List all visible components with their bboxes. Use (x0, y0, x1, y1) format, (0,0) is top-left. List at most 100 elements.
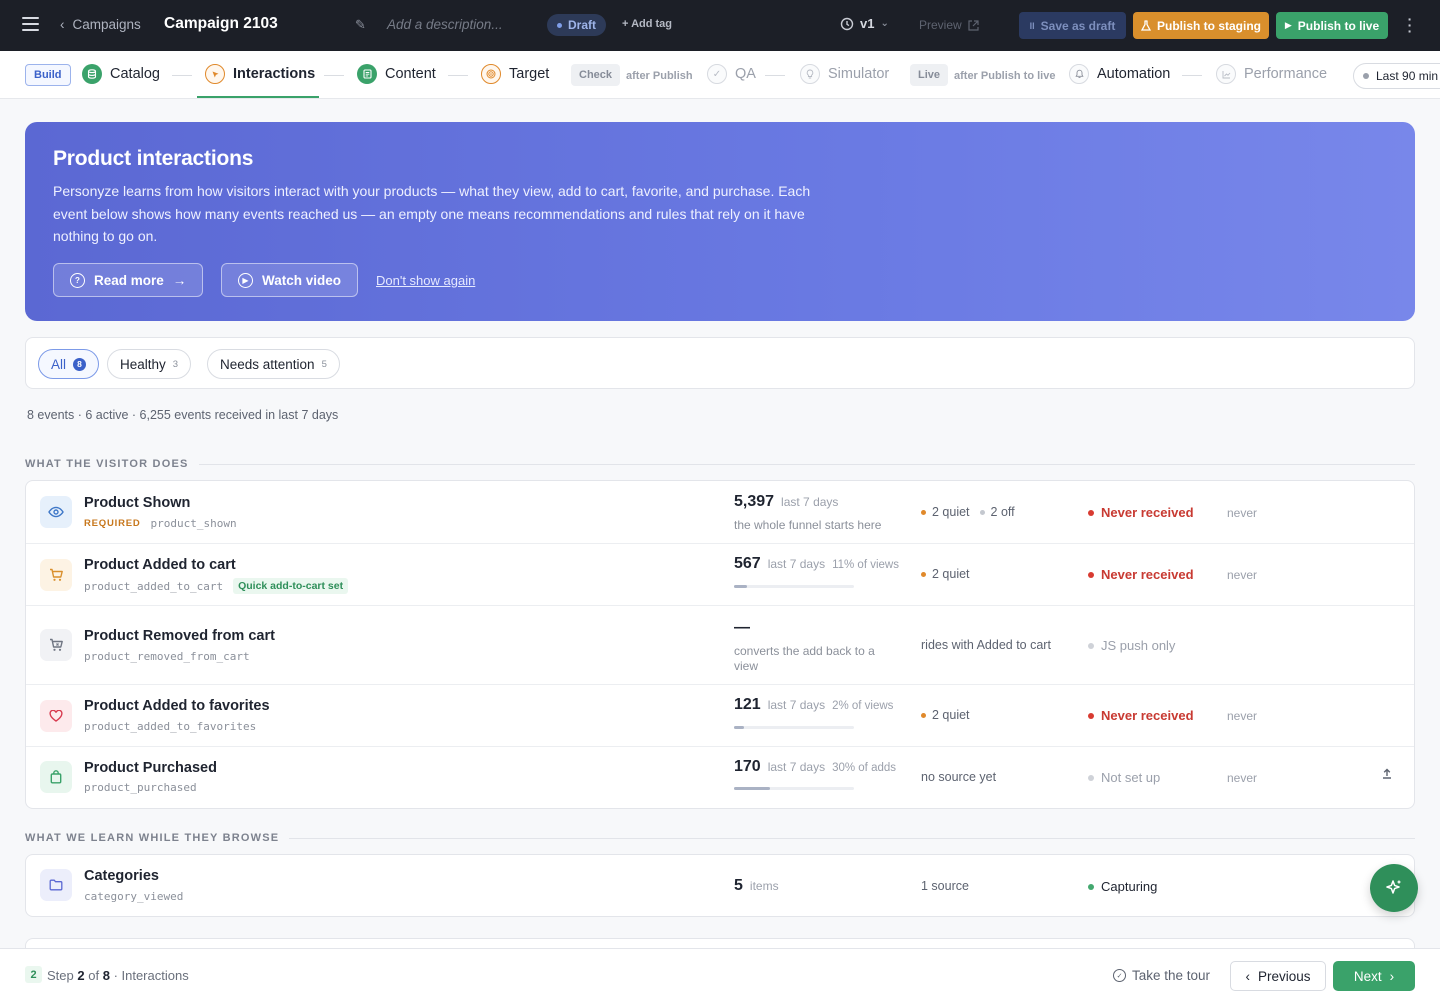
version-selector[interactable]: v1 ⌄ (840, 16, 889, 31)
range-dot-icon (1363, 73, 1369, 79)
upload-icon[interactable] (1382, 768, 1392, 782)
chevron-down-icon: ⌄ (880, 18, 889, 29)
build-phase-badge: Build (25, 64, 71, 86)
event-sources[interactable]: 2 quiet 2 off (921, 505, 1015, 519)
tab-interactions[interactable]: Interactions (205, 64, 315, 84)
sources-quiet: 2 quiet (932, 708, 970, 722)
filter-all[interactable]: All 8 (38, 349, 100, 379)
event-row-product-shown[interactable]: Product Shown REQUIRED product_shown 5,3… (26, 481, 1414, 544)
add-tag-button[interactable]: + Add tag (622, 18, 672, 30)
filter-needs-attention[interactable]: Needs attention 5 (207, 349, 340, 379)
filter-healthy[interactable]: Healthy 3 (107, 349, 192, 379)
tab-performance-label: Performance (1244, 66, 1328, 82)
status-text: Capturing (1101, 879, 1158, 894)
status-dot-icon (1088, 712, 1094, 719)
event-code: product_shown (150, 517, 237, 530)
section-title-text: WHAT WE LEARN WHILE THEY BROWSE (25, 832, 280, 844)
step-current: 2 (77, 968, 85, 983)
step-navigation: Build Catalog Interactions Content Targe… (0, 51, 1440, 99)
chevron-left-icon: ‹ (60, 17, 65, 32)
previous-button[interactable]: ‹ Previous (1230, 961, 1326, 991)
event-name: Categories (84, 868, 159, 884)
read-more-button[interactable]: ? Read more → (53, 263, 204, 297)
previous-label: Previous (1257, 968, 1311, 984)
tab-automation[interactable]: Automation (1069, 64, 1170, 84)
step-connector (324, 75, 344, 76)
step-connector (1182, 75, 1202, 76)
watch-video-button[interactable]: ▶ Watch video (221, 263, 359, 297)
status-dot-icon (1088, 509, 1094, 516)
event-code: product_added_to_cart (84, 579, 224, 593)
play-circle-icon: ▶ (238, 272, 253, 288)
dont-show-again-link[interactable]: Don't show again (376, 273, 475, 288)
event-row-added-to-cart[interactable]: Product Added to cart product_added_to_c… (26, 544, 1414, 606)
compass-icon: ✓ (1113, 969, 1126, 982)
event-name: Product Removed from cart (84, 628, 275, 644)
step-connector (448, 75, 468, 76)
event-meta: product_added_to_cart Quick add-to-cart … (84, 578, 349, 594)
event-count: 170 (734, 758, 761, 775)
last-received: never (1227, 709, 1258, 723)
read-more-label: Read more (94, 272, 164, 288)
more-options-icon[interactable]: · · · (1405, 12, 1415, 38)
version-label: v1 (860, 16, 875, 31)
tab-content-label: Content (385, 66, 436, 82)
event-count: — (734, 619, 750, 636)
event-status: Never received (1088, 567, 1194, 582)
banner-description: Personyze learns from how visitors inter… (53, 183, 811, 244)
quiet-dot-icon (921, 712, 926, 718)
watch-video-label: Watch video (262, 272, 342, 288)
step-prefix: Step (47, 968, 74, 983)
event-progress-bar (734, 726, 854, 729)
help-icon: ? (70, 272, 85, 288)
target-icon (481, 64, 501, 84)
preview-label: Preview (919, 18, 962, 32)
publish-to-live-button[interactable]: ▶ Publish to live (1276, 12, 1388, 39)
event-code: product_removed_from_cart (84, 650, 250, 663)
time-range-selector[interactable]: Last 90 min (1353, 63, 1440, 89)
wizard-footer: 2 Step 2 of 8 · Interactions ✓ Take the … (0, 948, 1440, 1000)
pencil-icon[interactable]: ✎ (355, 17, 366, 33)
section-title-visitor: WHAT THE VISITOR DOES (25, 458, 1415, 470)
event-row-categories[interactable]: Categories category_viewed 5 items 1 sou… (26, 855, 1414, 916)
campaign-title[interactable]: Campaign 2103 (164, 15, 278, 33)
event-name: Product Added to cart (84, 557, 236, 573)
back-to-campaigns-link[interactable]: ‹ Campaigns (60, 17, 141, 32)
heart-icon (40, 700, 72, 732)
tab-performance[interactable]: Performance (1216, 64, 1327, 84)
filter-label: Healthy (120, 356, 166, 372)
event-row-removed-from-cart[interactable]: Product Removed from cart product_remove… (26, 606, 1414, 685)
tab-qa[interactable]: ✓ QA (707, 64, 756, 84)
check-phase-badge: Check (571, 64, 621, 86)
event-percent: 11% of views (832, 559, 899, 571)
event-meta: product_removed_from_cart (84, 650, 250, 663)
event-status: Not set up (1088, 770, 1160, 785)
description-input[interactable]: Add a description... (387, 17, 503, 32)
tab-simulator[interactable]: Simulator (800, 64, 889, 84)
active-tab-indicator (197, 96, 319, 98)
next-label: Next (1353, 968, 1382, 984)
event-row-added-to-favorites[interactable]: Product Added to favorites product_added… (26, 685, 1414, 747)
preview-button[interactable]: Preview (919, 18, 979, 32)
event-meta: product_added_to_favorites (84, 720, 256, 733)
chevron-left-icon: ‹ (1245, 968, 1250, 984)
tab-content[interactable]: Content (357, 64, 436, 84)
event-status: Capturing (1088, 879, 1157, 894)
ai-assistant-button[interactable] (1370, 864, 1418, 912)
event-metric: 567 last 7 days 11% of views (734, 555, 899, 573)
publish-to-staging-button[interactable]: Publish to staging (1133, 12, 1269, 39)
event-sources[interactable]: 2 quiet (921, 567, 970, 581)
step-number-badge: 2 (25, 966, 42, 983)
tab-catalog[interactable]: Catalog (82, 64, 160, 84)
save-as-draft-button[interactable]: II Save as draft (1019, 12, 1126, 39)
event-progress-bar (734, 585, 854, 588)
take-the-tour-link[interactable]: ✓ Take the tour (1113, 968, 1210, 983)
event-code: product_added_to_favorites (84, 720, 257, 733)
next-button[interactable]: Next › (1333, 961, 1415, 991)
status-label: Draft (568, 18, 597, 32)
tab-target[interactable]: Target (481, 64, 549, 84)
event-row-purchased[interactable]: Product Purchased product_purchased 170 … (26, 747, 1414, 808)
event-name: Product Added to favorites (84, 698, 270, 714)
menu-icon[interactable] (22, 17, 39, 31)
event-sources[interactable]: 2 quiet (921, 708, 970, 722)
